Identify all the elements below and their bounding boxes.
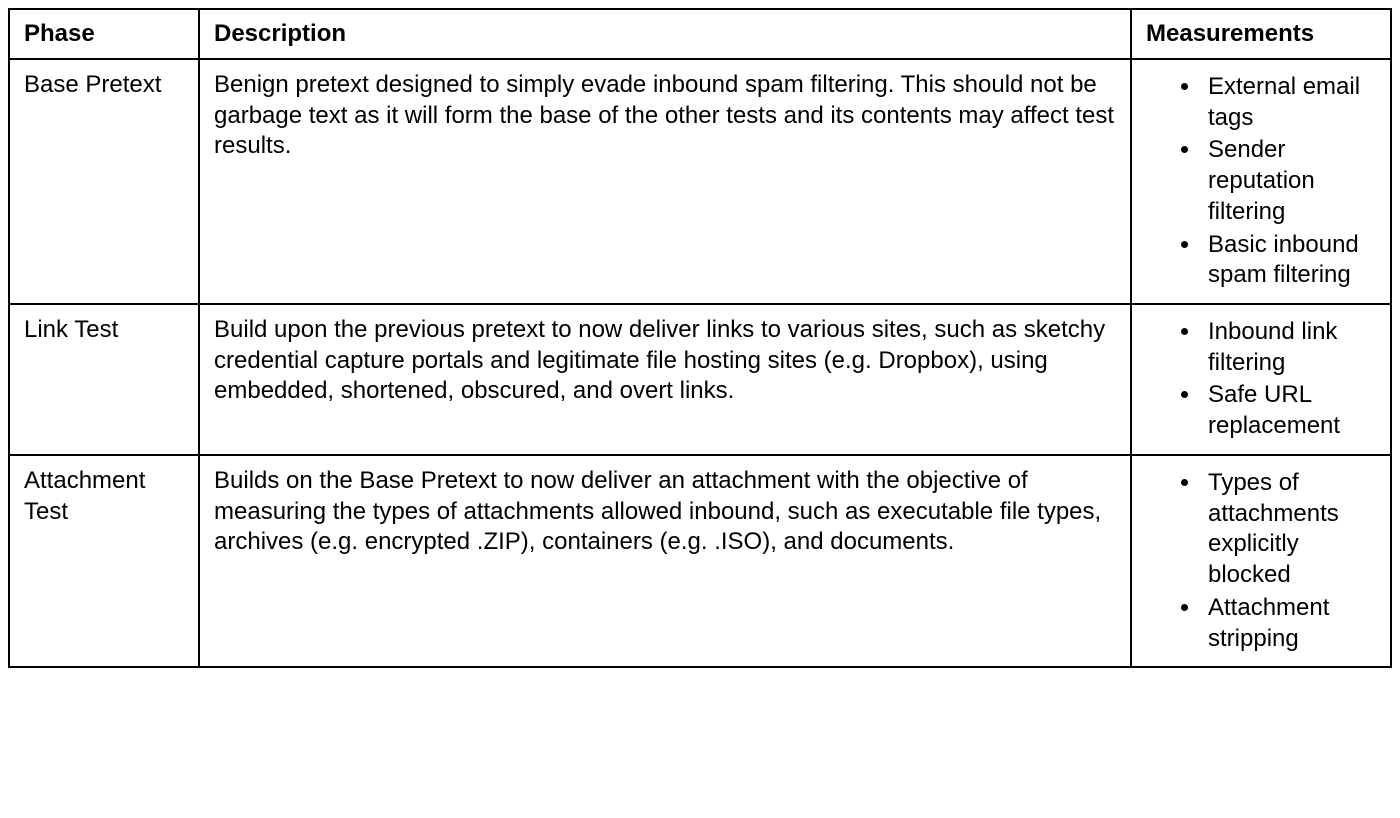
table-row: Link TestBuild upon the previous pretext… [9,304,1391,455]
header-description: Description [199,9,1131,59]
header-measurements: Measurements [1131,9,1391,59]
list-item: Basic inbound spam filtering [1202,230,1376,291]
measurements-list: Inbound link filteringSafe URL replaceme… [1146,317,1376,442]
list-item: Types of attachments explicitly blocked [1202,468,1376,591]
measurements-cell: External email tagsSender reputation fil… [1131,59,1391,304]
list-item: Attachment stripping [1202,593,1376,654]
list-item: External email tags [1202,72,1376,133]
table-body: Base PretextBenign pretext designed to s… [9,59,1391,667]
measurements-list: Types of attachments explicitly blockedA… [1146,468,1376,654]
measurements-cell: Inbound link filteringSafe URL replaceme… [1131,304,1391,455]
measurements-cell: Types of attachments explicitly blockedA… [1131,455,1391,667]
measurements-list: External email tagsSender reputation fil… [1146,72,1376,291]
list-item: Safe URL replacement [1202,380,1376,441]
phase-cell: Attachment Test [9,455,199,667]
description-cell: Benign pretext designed to simply evade … [199,59,1131,304]
phase-table: Phase Description Measurements Base Pret… [8,8,1392,668]
list-item: Inbound link filtering [1202,317,1376,378]
description-cell: Build upon the previous pretext to now d… [199,304,1131,455]
phase-cell: Link Test [9,304,199,455]
description-cell: Builds on the Base Pretext to now delive… [199,455,1131,667]
header-phase: Phase [9,9,199,59]
table-header-row: Phase Description Measurements [9,9,1391,59]
list-item: Sender reputation filtering [1202,135,1376,227]
table-row: Base PretextBenign pretext designed to s… [9,59,1391,304]
phase-cell: Base Pretext [9,59,199,304]
table-row: Attachment TestBuilds on the Base Pretex… [9,455,1391,667]
